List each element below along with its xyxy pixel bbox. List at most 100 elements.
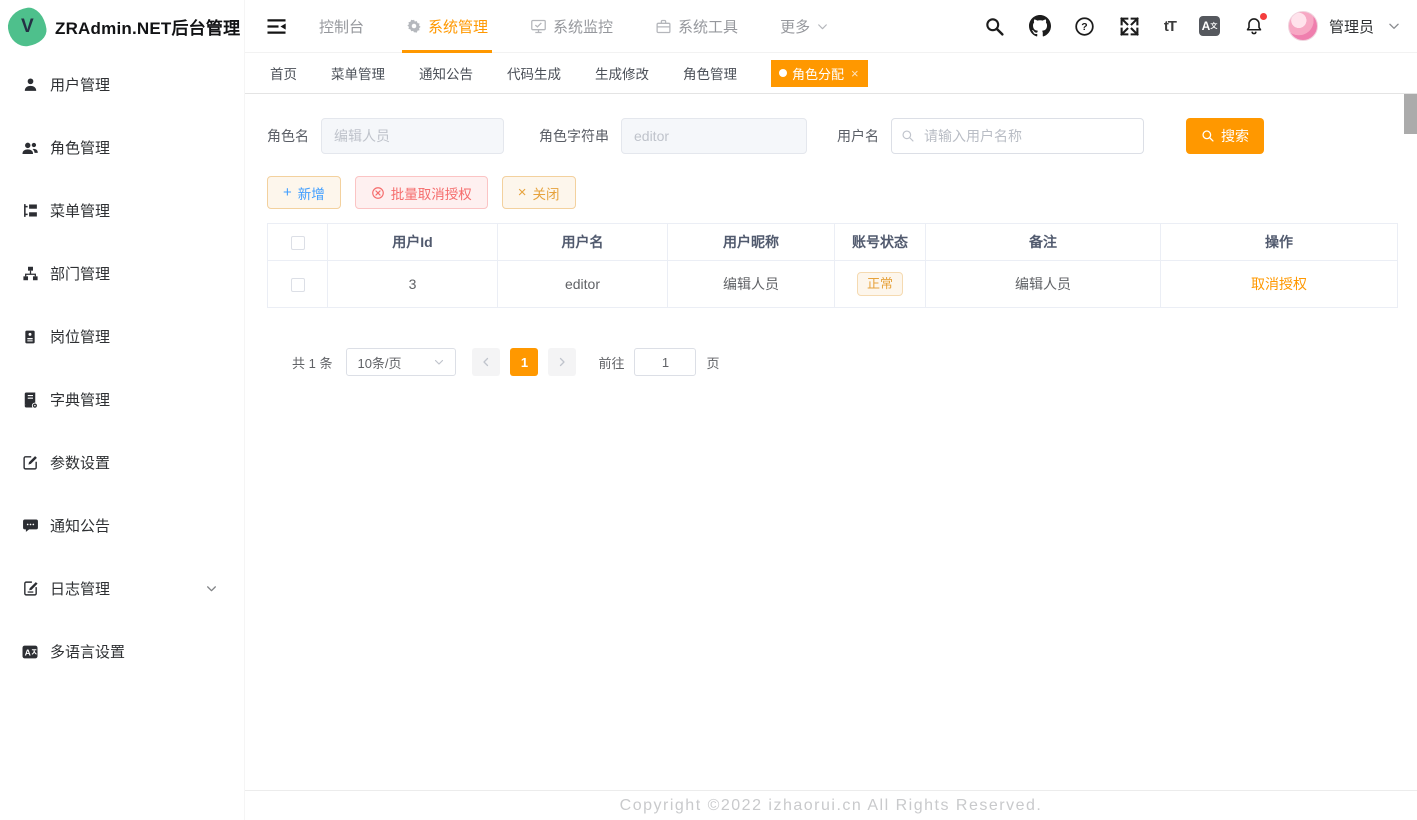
tab-role-assignment-active[interactable]: 角色分配 × xyxy=(771,60,868,87)
batch-cancel-label: 批量取消授权 xyxy=(391,183,472,203)
cancel-auth-link[interactable]: 取消授权 xyxy=(1251,276,1307,292)
sidebar-item-depts[interactable]: 部门管理 xyxy=(0,242,244,305)
dictionary-icon xyxy=(21,391,39,409)
sidebar-item-users[interactable]: 用户管理 xyxy=(0,53,244,116)
cell-status: 正常 xyxy=(835,261,926,308)
sidebar-item-params[interactable]: 参数设置 xyxy=(0,431,244,494)
translate-icon: A xyxy=(21,643,39,661)
tab-code-generation[interactable]: 代码生成 xyxy=(507,63,561,83)
tab-menu-management[interactable]: 菜单管理 xyxy=(331,63,385,83)
logo-row[interactable]: V ZRAdmin.NET后台管理 xyxy=(0,0,244,53)
add-button-label: 新增 xyxy=(298,183,325,203)
sidebar-item-logs[interactable]: 日志管理 xyxy=(0,557,244,620)
notification-bell-icon[interactable] xyxy=(1243,15,1265,37)
next-page-button[interactable] xyxy=(548,348,576,376)
sidebar-item-dicts[interactable]: 字典管理 xyxy=(0,368,244,431)
top-bar: 控制台 系统管理 系统监控 xyxy=(245,0,1417,53)
sidebar-item-menus[interactable]: 菜单管理 xyxy=(0,179,244,242)
topnav-item-console[interactable]: 控制台 xyxy=(319,0,364,53)
user-table: 用户Id 用户名 用户昵称 账号状态 备注 操作 3 editor 编辑人员 xyxy=(267,223,1398,308)
tab-role-management[interactable]: 角色管理 xyxy=(683,63,737,83)
search-button[interactable]: 搜索 xyxy=(1186,118,1264,154)
chevron-down-icon xyxy=(205,582,218,595)
sidebar-item-label: 通知公告 xyxy=(50,515,110,536)
topnav-label: 更多 xyxy=(780,16,810,37)
user-name[interactable]: 管理员 xyxy=(1329,16,1374,37)
sidebar-item-label: 菜单管理 xyxy=(50,200,110,221)
search-button-label: 搜索 xyxy=(1221,126,1249,146)
cell-user-id: 3 xyxy=(328,261,498,308)
footer: Copyright ©2022 izhaorui.cn All Rights R… xyxy=(245,790,1417,820)
user-name-input[interactable] xyxy=(891,118,1144,154)
cell-actions: 取消授权 xyxy=(1161,261,1398,308)
topnav-label: 系统管理 xyxy=(428,16,488,37)
add-button[interactable]: + 新增 xyxy=(267,176,341,209)
sidebar-item-notices[interactable]: 通知公告 xyxy=(0,494,244,557)
chat-bubble-icon xyxy=(21,517,39,535)
help-icon[interactable]: ? xyxy=(1074,15,1096,37)
circle-close-icon xyxy=(371,186,385,200)
status-badge: 正常 xyxy=(857,272,903,296)
goto-page-input[interactable] xyxy=(634,348,696,376)
user-avatar[interactable] xyxy=(1288,11,1318,41)
sidebar-item-roles[interactable]: 角色管理 xyxy=(0,116,244,179)
chevron-down-icon[interactable] xyxy=(1387,19,1401,33)
page-size-value: 10条/页 xyxy=(357,353,401,372)
sidebar: V ZRAdmin.NET后台管理 用户管理 角色管理 菜单管理 xyxy=(0,0,245,820)
prev-page-button[interactable] xyxy=(472,348,500,376)
col-user-id: 用户Id xyxy=(328,224,498,261)
pagination: 共 1 条 10条/页 1 前往 页 xyxy=(292,348,1397,376)
scrollbar-thumb[interactable] xyxy=(1404,94,1417,134)
topnav-item-system-monitor[interactable]: 系统监控 xyxy=(530,0,613,53)
topnav-item-system-tools[interactable]: 系统工具 xyxy=(655,0,738,53)
role-name-label: 角色名 xyxy=(267,126,309,146)
col-nick-name: 用户昵称 xyxy=(668,224,835,261)
row-checkbox[interactable] xyxy=(291,278,305,292)
briefcase-icon xyxy=(655,18,672,35)
col-actions: 操作 xyxy=(1161,224,1398,261)
sidebar-menu: 用户管理 角色管理 菜单管理 部门管理 xyxy=(0,53,244,683)
tab-notices[interactable]: 通知公告 xyxy=(419,63,473,83)
sidebar-item-i18n[interactable]: A 多语言设置 xyxy=(0,620,244,683)
col-user-name: 用户名 xyxy=(498,224,668,261)
table-row: 3 editor 编辑人员 正常 编辑人员 取消授权 xyxy=(268,261,1398,308)
user-name-label: 用户名 xyxy=(837,126,879,146)
org-tree-icon xyxy=(21,265,39,283)
col-remark: 备注 xyxy=(926,224,1161,261)
close-icon: × xyxy=(518,185,527,200)
fullscreen-icon[interactable] xyxy=(1119,15,1141,37)
search-icon[interactable] xyxy=(984,15,1006,37)
app-title: ZRAdmin.NET后台管理 xyxy=(55,14,240,39)
font-size-icon[interactable]: tT xyxy=(1164,18,1176,35)
sidebar-item-label: 多语言设置 xyxy=(50,641,125,662)
page-number-active[interactable]: 1 xyxy=(510,348,538,376)
top-actions: ? tT A文 管理员 xyxy=(984,11,1401,41)
sidebar-collapse-icon[interactable] xyxy=(265,15,287,37)
topnav-item-more[interactable]: 更多 xyxy=(780,0,829,53)
role-key-label: 角色字符串 xyxy=(539,126,609,146)
col-status: 账号状态 xyxy=(835,224,926,261)
tab-generation-edit[interactable]: 生成修改 xyxy=(595,63,649,83)
topnav-label: 系统监控 xyxy=(553,16,613,37)
page-size-select[interactable]: 10条/页 xyxy=(346,348,456,376)
sidebar-item-posts[interactable]: 岗位管理 xyxy=(0,305,244,368)
sidebar-item-label: 岗位管理 xyxy=(50,326,110,347)
close-button[interactable]: × 关闭 xyxy=(502,176,576,209)
svg-text:?: ? xyxy=(1082,21,1088,33)
active-tab-label: 角色分配 xyxy=(792,64,844,83)
select-all-checkbox[interactable] xyxy=(291,236,305,250)
github-icon[interactable] xyxy=(1029,15,1051,37)
tab-home[interactable]: 首页 xyxy=(270,63,297,83)
batch-cancel-auth-button[interactable]: 批量取消授权 xyxy=(355,176,488,209)
language-switch-icon[interactable]: A文 xyxy=(1199,16,1220,36)
role-key-input[interactable] xyxy=(621,118,807,154)
chevron-down-icon xyxy=(816,20,829,33)
chevron-down-icon xyxy=(433,356,445,368)
row-select-cell xyxy=(268,261,328,308)
app-root: V ZRAdmin.NET后台管理 用户管理 角色管理 菜单管理 xyxy=(0,0,1417,820)
close-icon[interactable]: × xyxy=(851,66,859,81)
topnav-item-system-management[interactable]: 系统管理 xyxy=(406,0,488,53)
role-name-input[interactable] xyxy=(321,118,504,154)
page-content: 角色名 角色字符串 用户名 搜索 + xyxy=(245,94,1417,790)
gear-icon xyxy=(406,18,422,34)
